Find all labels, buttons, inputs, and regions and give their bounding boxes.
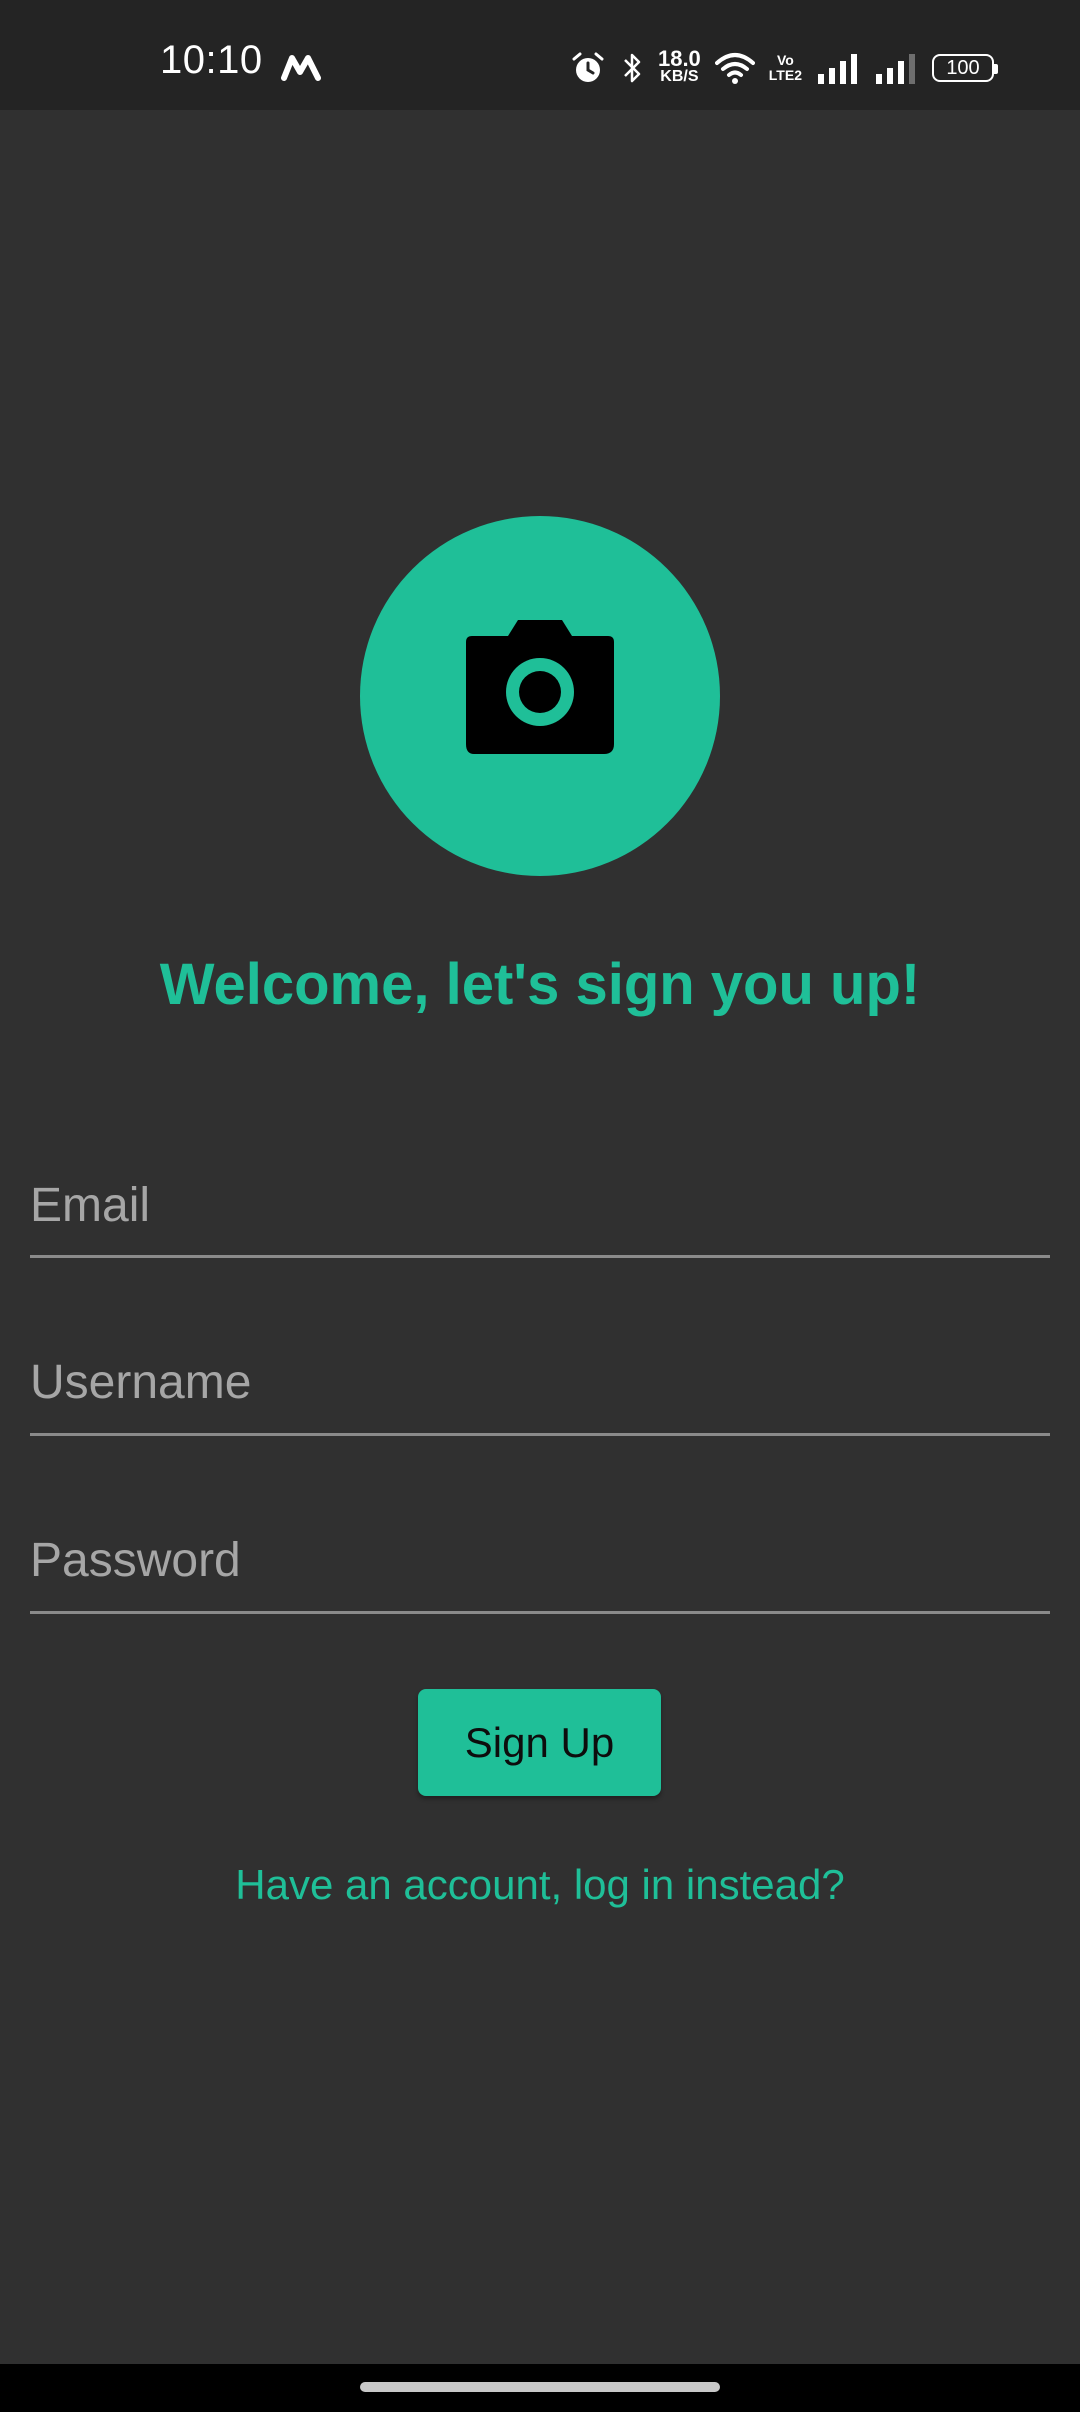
username-field[interactable] [30, 1332, 1050, 1436]
volte-indicator: Vo LTE2 [768, 52, 802, 83]
status-icons: 18.0 KB/S Vo LTE2 100 [570, 44, 998, 92]
network-speed: 18.0 KB/S [657, 46, 701, 86]
signal-icon-2 [876, 54, 915, 84]
bluetooth-icon [624, 53, 641, 83]
password-input[interactable] [30, 1510, 1050, 1611]
status-bar: 10:10 18.0 KB/S Vo LTE2 100 [0, 0, 1080, 110]
username-input[interactable] [30, 1332, 1050, 1433]
alarm-icon [572, 52, 604, 82]
email-input[interactable] [30, 1156, 1050, 1255]
sign-up-button[interactable]: Sign Up [418, 1689, 661, 1796]
wifi-icon [714, 53, 755, 84]
camera-icon [466, 620, 614, 754]
email-field[interactable] [30, 1156, 1050, 1258]
navigation-bar [0, 2364, 1080, 2412]
login-instead-link[interactable]: Have an account, log in instead? [0, 1860, 1080, 1910]
password-field[interactable] [30, 1510, 1050, 1614]
battery-level: 100 [946, 56, 980, 79]
status-time: 10:10 [160, 38, 263, 82]
m-app-icon [281, 55, 321, 81]
battery-icon: 100 [932, 54, 998, 82]
signal-icon [818, 54, 857, 84]
welcome-heading: Welcome, let's sign you up! [159, 952, 921, 1017]
app-logo [360, 516, 720, 876]
home-indicator[interactable] [360, 2382, 720, 2392]
